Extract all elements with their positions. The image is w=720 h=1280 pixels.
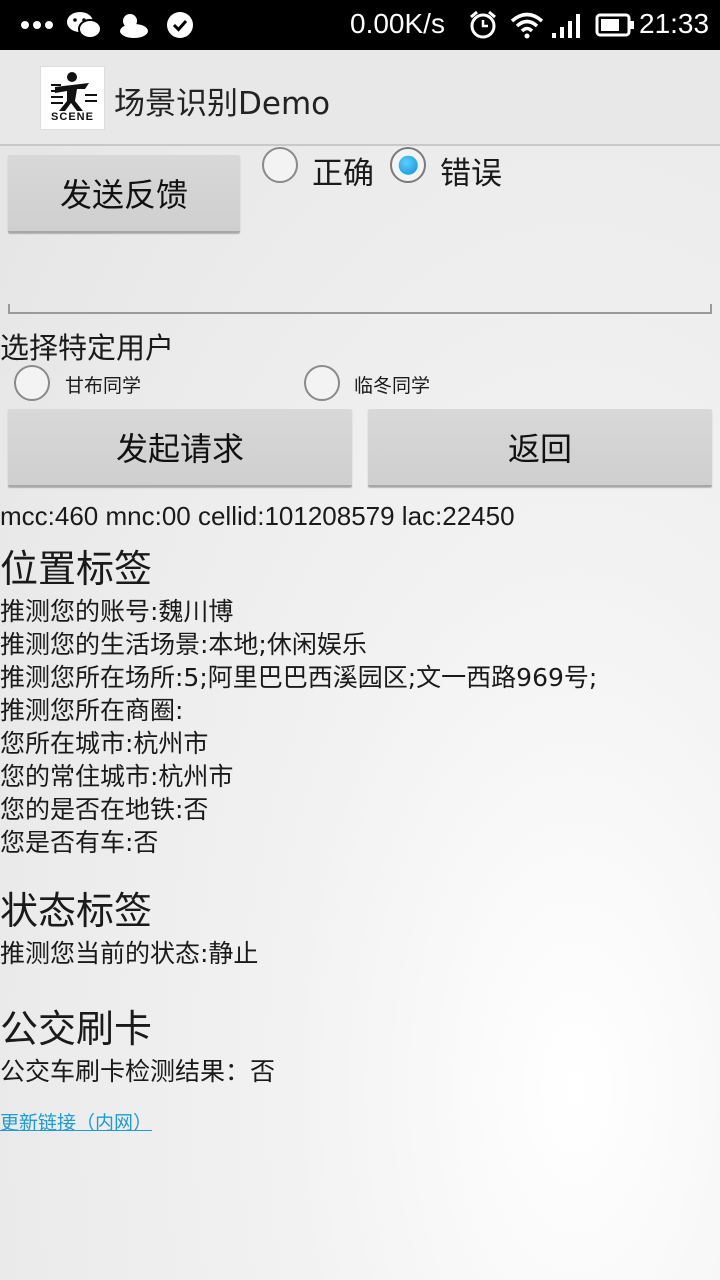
radio-wrong-label: 错误 [440, 156, 502, 192]
radio-user-ganbu[interactable] [14, 365, 50, 401]
bus-section-title: 公交刷卡 [0, 1007, 153, 1051]
cell-info: mcc:460 mnc:00 cellid:101208579 lac:2245… [0, 501, 515, 531]
location-line: 推测您的账号:魏川博 [0, 597, 234, 626]
logo-text: SCENE [51, 111, 94, 123]
network-speed: 0.00K/s [350, 8, 445, 39]
update-link[interactable]: 更新链接（内网） [0, 1108, 152, 1135]
state-line: 推测您当前的状态:静止 [0, 939, 259, 968]
location-line: 推测您所在场所:5;阿里巴巴西溪园区;文一西路969号; [0, 663, 598, 692]
bus-line: 公交车刷卡检测结果：否 [0, 1057, 276, 1086]
user-select-title: 选择特定用户 [0, 331, 175, 365]
weather-icon [116, 0, 150, 50]
radio-user-lindong[interactable] [304, 365, 340, 401]
radio-user-lindong-label: 临冬同学 [354, 375, 431, 397]
wechat-icon [66, 0, 102, 50]
send-feedback-button[interactable]: 发送反馈 [8, 155, 240, 233]
app-title: 场景识别Demo [114, 86, 331, 122]
wifi-icon [510, 0, 544, 50]
clock: 21:33 [639, 8, 710, 39]
alarm-icon [468, 0, 498, 50]
location-line: 您的是否在地铁:否 [0, 795, 209, 824]
location-line: 推测您所在商圈: [0, 696, 184, 725]
radio-user-ganbu-label: 甘布同学 [65, 375, 142, 397]
location-line: 您所在城市:杭州市 [0, 729, 209, 758]
location-line: 您的常住城市:杭州市 [0, 762, 234, 791]
location-line: 推测您的生活场景:本地;休闲娱乐 [0, 630, 367, 659]
action-bar: SCENE 场景识别Demo [0, 50, 720, 146]
more-dots-icon [20, 0, 54, 50]
signal-icon [550, 0, 586, 50]
location-section-title: 位置标签 [0, 547, 153, 591]
radio-correct-label: 正确 [312, 156, 374, 192]
feedback-input[interactable] [8, 304, 712, 314]
status-bar: 0.00K/s 21:33 [0, 0, 720, 50]
location-line: 您是否有车:否 [0, 828, 159, 857]
radio-wrong[interactable] [390, 147, 426, 183]
back-button[interactable]: 返回 [368, 409, 712, 487]
radio-correct[interactable] [262, 147, 298, 183]
battery-icon [595, 0, 635, 50]
check-circle-icon [166, 0, 194, 50]
app-logo: SCENE [40, 66, 105, 130]
state-section-title: 状态标签 [0, 889, 153, 933]
send-request-button[interactable]: 发起请求 [8, 409, 352, 487]
